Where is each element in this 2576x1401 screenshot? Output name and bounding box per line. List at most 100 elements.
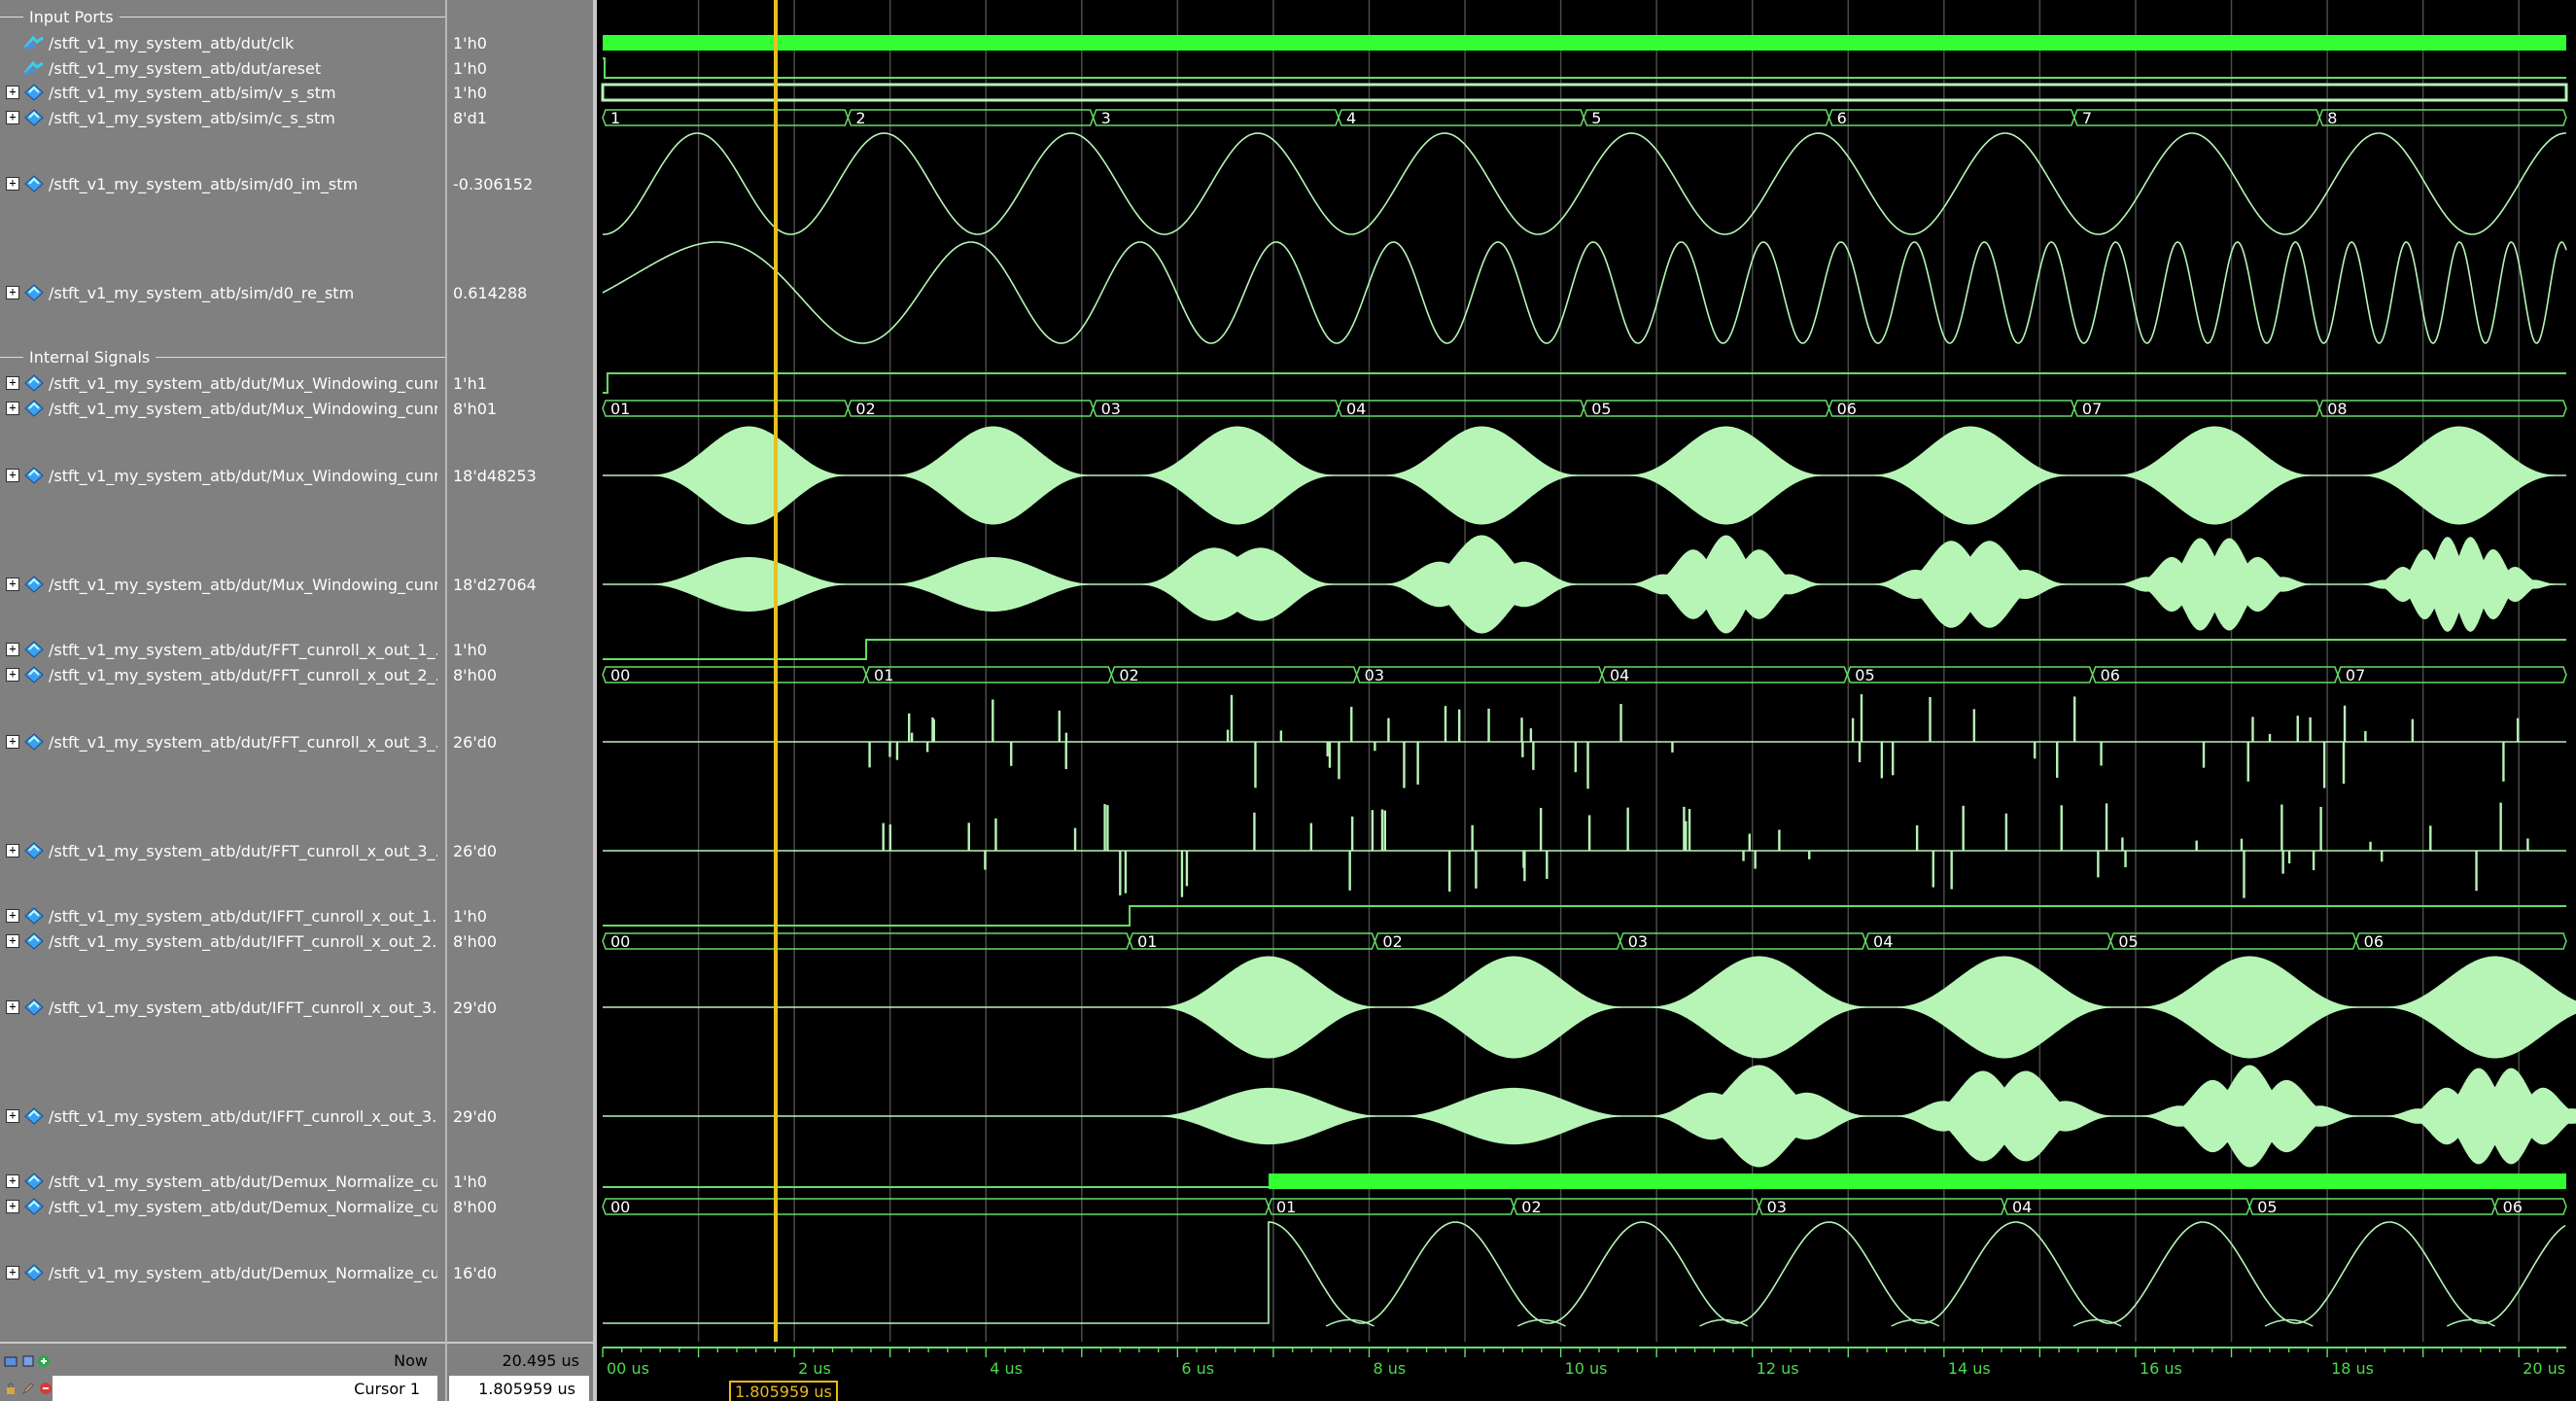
edit-icon[interactable] <box>21 1381 35 1395</box>
expand-icon[interactable]: + <box>6 844 19 858</box>
signal-name: /stft_v1_my_system_atb/sim/v_s_stm <box>49 83 336 102</box>
signal-row[interactable]: + /stft_v1_my_system_atb/sim/v_s_stm <box>0 80 437 105</box>
signal-row[interactable]: + /stft_v1_my_system_atb/dut/IFFT_cunroll… <box>0 1103 437 1129</box>
signal-row[interactable]: + /stft_v1_my_system_atb/dut/Mux_Windowin… <box>0 463 437 488</box>
signal-name: /stft_v1_my_system_atb/dut/FFT_cunroll_x… <box>49 665 437 684</box>
mux-windowed-real-waveform[interactable] <box>603 426 2566 525</box>
clk-waveform[interactable] <box>603 35 2566 51</box>
signal-value-text: 29'd0 <box>453 1106 498 1126</box>
demux-valid-waveform[interactable] <box>603 1173 2566 1189</box>
burst <box>2385 956 2576 1059</box>
signal-row[interactable]: + /stft_v1_my_system_atb/dut/Demux_Normal… <box>0 1194 437 1219</box>
lock-icon[interactable] <box>4 1381 17 1394</box>
signal-row[interactable]: + /stft_v1_my_system_atb/sim/d0_re_stm <box>0 280 437 305</box>
fft-out-real-waveform[interactable] <box>603 694 2566 789</box>
expand-icon[interactable]: + <box>6 668 19 682</box>
waveform-pane[interactable]: 1 2 3 4 5 6 7 8 01 02 03 04 05 06 07 08 00 01 02 03 04 05 06 07… <box>597 0 2576 1342</box>
ifft-out-real-waveform[interactable] <box>603 956 2576 1059</box>
mux-valid-waveform[interactable] <box>603 372 2566 394</box>
signal-row[interactable]: + /stft_v1_my_system_atb/dut/FFT_cunroll_… <box>0 729 437 754</box>
signal-name: /stft_v1_my_system_atb/dut/Mux_Windowing… <box>49 399 437 418</box>
expand-icon[interactable]: + <box>6 111 19 124</box>
bus-value-label: 06 <box>2503 1198 2523 1216</box>
burst <box>1649 956 1869 1059</box>
waveform-canvas[interactable]: 1 2 3 4 5 6 7 8 01 02 03 04 05 06 07 08 00 01 02 03 04 05 06 07… <box>597 0 2576 1342</box>
expand-icon[interactable]: + <box>6 1109 19 1123</box>
signal-row[interactable]: + /stft_v1_my_system_atb/dut/IFFT_cunroll… <box>0 928 437 954</box>
expand-icon[interactable]: + <box>6 1174 19 1188</box>
signal-value: -0.306152 <box>447 171 533 196</box>
demux-count-waveform[interactable]: 00 01 02 03 04 05 06 <box>602 1198 2567 1216</box>
signal-value-text: 1'h0 <box>453 33 487 53</box>
signal-icon <box>23 284 45 301</box>
signal-row[interactable]: + /stft_v1_my_system_atb/dut/Mux_Windowin… <box>0 396 437 421</box>
d0_im_stm-waveform[interactable] <box>603 132 2566 235</box>
signal-row[interactable]: + /stft_v1_my_system_atb/sim/d0_im_stm <box>0 171 437 196</box>
signal-row[interactable]: + /stft_v1_my_system_atb/dut/FFT_cunroll_… <box>0 662 437 687</box>
expand-icon[interactable]: + <box>6 86 19 99</box>
signal-names-pane[interactable]: Input Ports Internal Signals/stft_v1_my_s… <box>0 0 445 1342</box>
mux-windowed-imag-waveform[interactable] <box>603 535 2566 634</box>
expand-icon[interactable]: + <box>6 909 19 923</box>
add-cursor-icon[interactable] <box>37 1353 51 1367</box>
signal-row[interactable]: + /stft_v1_my_system_atb/dut/Demux_Normal… <box>0 1169 437 1194</box>
delete-cursor-icon[interactable] <box>39 1381 52 1394</box>
time-axis[interactable]: 1.805959 us 00 us 2 us 4 us 6 us 8 us 10 us 12… <box>597 1342 2576 1401</box>
cursor-time-tag[interactable]: 1.805959 us <box>728 1381 838 1401</box>
signal-row[interactable]: + /stft_v1_my_system_atb/dut/Demux_Normal… <box>0 1260 437 1285</box>
section-header[interactable]: Input Ports <box>0 6 445 27</box>
bus-value-label: 8 <box>2327 109 2337 127</box>
expand-icon[interactable]: + <box>6 1000 19 1014</box>
mux-count-waveform[interactable]: 01 02 03 04 05 06 07 08 <box>602 400 2567 418</box>
section-header[interactable]: Internal Signals <box>0 346 445 368</box>
signal-icon <box>23 467 45 484</box>
expand-icon[interactable]: + <box>6 286 19 299</box>
areset-waveform[interactable] <box>603 57 2566 79</box>
signal-row[interactable]: + /stft_v1_my_system_atb/dut/Mux_Windowin… <box>0 370 437 396</box>
signal-row[interactable]: + /stft_v1_my_system_atb/dut/IFFT_cunroll… <box>0 903 437 928</box>
signal-name: /stft_v1_my_system_atb/dut/Mux_Windowing… <box>49 575 437 594</box>
fft-out-imag-waveform[interactable] <box>603 802 2566 898</box>
ifft-count-waveform[interactable]: 00 01 02 03 04 05 06 <box>602 932 2567 951</box>
expand-icon[interactable]: + <box>6 1200 19 1213</box>
fft-valid-waveform[interactable] <box>603 639 2566 660</box>
expand-icon[interactable]: + <box>6 934 19 948</box>
cursor-value-field[interactable]: 1.805959 us <box>449 1376 589 1401</box>
v_s_stm-waveform[interactable] <box>601 83 2568 102</box>
expand-icon[interactable]: + <box>6 177 19 191</box>
signal-row[interactable]: + /stft_v1_my_system_atb/sim/c_s_stm <box>0 105 437 130</box>
toolbar-icon[interactable] <box>21 1353 35 1367</box>
signal-row[interactable]: + /stft_v1_my_system_atb/dut/FFT_cunroll_… <box>0 838 437 863</box>
signal-value-text: 29'd0 <box>453 998 498 1017</box>
signal-value: 29'd0 <box>447 1103 497 1129</box>
bus-value-label: 06 <box>2364 932 2384 951</box>
signal-icon <box>23 1264 45 1281</box>
expand-icon[interactable]: + <box>6 735 19 749</box>
expand-icon[interactable]: + <box>6 469 19 482</box>
c_s_stm-waveform[interactable]: 1 2 3 4 5 6 7 8 <box>602 109 2567 127</box>
demux-out-waveform[interactable] <box>603 1221 2566 1324</box>
bus-value-label: 1 <box>610 109 620 127</box>
expand-icon[interactable]: + <box>6 376 19 390</box>
expand-icon[interactable]: + <box>6 1266 19 1279</box>
signal-value-text: 1'h1 <box>453 373 487 393</box>
bus-value-label: 06 <box>1837 400 1857 418</box>
cursor-name-field[interactable]: Cursor 1 <box>52 1376 437 1401</box>
signal-row[interactable]: /stft_v1_my_system_atb/dut/clk <box>0 30 437 55</box>
ifft-out-imag-waveform[interactable] <box>603 1065 2576 1168</box>
expand-icon[interactable]: + <box>6 643 19 656</box>
signal-row[interactable]: + /stft_v1_my_system_atb/dut/IFFT_cunroll… <box>0 995 437 1020</box>
burst <box>1383 426 1581 525</box>
expand-icon[interactable]: + <box>6 578 19 591</box>
d0_re_stm-waveform[interactable] <box>602 241 2567 344</box>
toolbar-icon[interactable] <box>4 1353 17 1367</box>
fft-count-waveform[interactable]: 00 01 02 03 04 05 06 07 <box>602 666 2567 684</box>
signal-row[interactable]: + /stft_v1_my_system_atb/dut/FFT_cunroll_… <box>0 637 437 662</box>
expand-icon[interactable]: + <box>6 402 19 415</box>
signal-row[interactable]: /stft_v1_my_system_atb/dut/areset <box>0 55 437 81</box>
ifft-valid-waveform[interactable] <box>603 905 2566 927</box>
signal-value-text: 1'h0 <box>453 83 487 102</box>
signal-icon <box>23 842 45 859</box>
signal-row[interactable]: + /stft_v1_my_system_atb/dut/Mux_Windowin… <box>0 572 437 597</box>
bus-value-label: 04 <box>1346 400 1366 418</box>
